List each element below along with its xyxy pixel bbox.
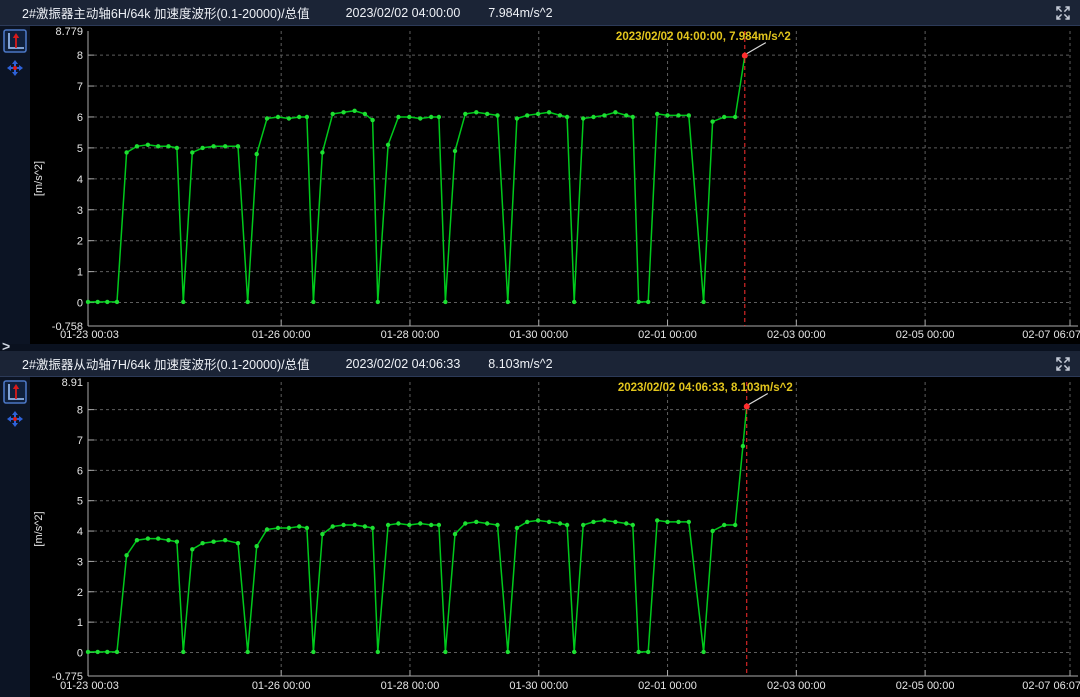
svg-text:2: 2 <box>77 587 83 599</box>
svg-text:02-05 00:00: 02-05 00:00 <box>896 329 955 341</box>
expand-arrows-icon[interactable] <box>1054 4 1072 22</box>
svg-text:02-07 06:07: 02-07 06:07 <box>1022 329 1080 341</box>
move-cross-icon[interactable] <box>7 411 23 427</box>
svg-text:4: 4 <box>77 174 83 186</box>
panel-timestamp: 2023/02/02 04:00:00 <box>346 6 461 20</box>
chevron-right-icon[interactable]: > <box>2 338 10 354</box>
svg-text:8: 8 <box>77 405 83 417</box>
axis-autoscale-icon[interactable] <box>3 380 27 404</box>
svg-text:7: 7 <box>77 81 83 93</box>
svg-text:02-07 06:07: 02-07 06:07 <box>1022 680 1080 692</box>
svg-text:-0.758: -0.758 <box>52 321 83 333</box>
svg-text:3: 3 <box>77 205 83 217</box>
svg-text:4: 4 <box>77 526 83 538</box>
chart-area: 01234567801-23 00:0301-26 00:0001-28 00:… <box>0 26 1080 344</box>
svg-text:8.91: 8.91 <box>62 377 83 389</box>
svg-text:02-01 00:00: 02-01 00:00 <box>638 329 697 341</box>
svg-text:01-26 00:00: 01-26 00:00 <box>252 680 311 692</box>
chart-area: 01234567801-23 00:0301-26 00:0001-28 00:… <box>0 377 1080 697</box>
svg-text:6: 6 <box>77 112 83 124</box>
move-cross-icon[interactable] <box>7 60 23 76</box>
svg-text:5: 5 <box>77 496 83 508</box>
svg-text:0: 0 <box>77 647 83 659</box>
expand-arrows-icon[interactable] <box>1054 355 1072 373</box>
panel-title: 2#激振器从动轴7H/64k 加速度波形(0.1-20000)/总值 <box>22 354 310 373</box>
panel-titlebar: 2#激振器主动轴6H/64k 加速度波形(0.1-20000)/总值 2023/… <box>0 0 1080 26</box>
chart-toolstrip <box>0 26 30 344</box>
svg-text:1: 1 <box>77 267 83 279</box>
svg-text:8.779: 8.779 <box>55 26 83 38</box>
svg-text:01-26 00:00: 01-26 00:00 <box>252 329 311 341</box>
chart-toolstrip <box>0 377 30 697</box>
trend-panel-primary: 2#激振器主动轴6H/64k 加速度波形(0.1-20000)/总值 2023/… <box>0 0 1080 344</box>
svg-text:3: 3 <box>77 556 83 568</box>
panel-title: 2#激振器主动轴6H/64k 加速度波形(0.1-20000)/总值 <box>22 3 310 22</box>
svg-text:02-03 00:00: 02-03 00:00 <box>767 680 826 692</box>
trend-chart-secondary[interactable]: 01234567801-23 00:0301-26 00:0001-28 00:… <box>0 377 1080 697</box>
svg-text:1: 1 <box>77 617 83 629</box>
svg-text:01-30 00:00: 01-30 00:00 <box>509 680 568 692</box>
panel-timestamp: 2023/02/02 04:06:33 <box>346 357 461 371</box>
svg-text:02-01 00:00: 02-01 00:00 <box>638 680 697 692</box>
svg-text:8: 8 <box>77 50 83 62</box>
axis-autoscale-icon[interactable] <box>3 29 27 53</box>
svg-text:5: 5 <box>77 143 83 155</box>
panel-titlebar: 2#激振器从动轴7H/64k 加速度波形(0.1-20000)/总值 2023/… <box>0 351 1080 377</box>
svg-text:01-28 00:00: 01-28 00:00 <box>381 329 440 341</box>
svg-text:-0.775: -0.775 <box>52 671 83 683</box>
monitoring-app-screen: 2#激振器主动轴6H/64k 加速度波形(0.1-20000)/总值 2023/… <box>0 0 1080 697</box>
svg-text:01-30 00:00: 01-30 00:00 <box>509 329 568 341</box>
svg-text:2023/02/02 04:06:33, 8.103m/s^: 2023/02/02 04:06:33, 8.103m/s^2 <box>618 382 793 394</box>
svg-text:02-05 00:00: 02-05 00:00 <box>896 680 955 692</box>
panel-peak-value: 8.103m/s^2 <box>488 357 552 371</box>
svg-text:0: 0 <box>77 298 83 310</box>
svg-text:2: 2 <box>77 236 83 248</box>
svg-text:7: 7 <box>77 435 83 447</box>
svg-text:6: 6 <box>77 465 83 477</box>
svg-text:01-28 00:00: 01-28 00:00 <box>381 680 440 692</box>
svg-text:2023/02/02 04:00:00, 7.984m/s^: 2023/02/02 04:00:00, 7.984m/s^2 <box>616 31 791 43</box>
panel-peak-value: 7.984m/s^2 <box>488 6 552 20</box>
trend-panel-secondary: 2#激振器从动轴7H/64k 加速度波形(0.1-20000)/总值 2023/… <box>0 351 1080 697</box>
svg-text:[m/s^2]: [m/s^2] <box>33 511 45 546</box>
svg-text:[m/s^2]: [m/s^2] <box>33 161 45 196</box>
panel-splitter: > <box>0 344 1080 351</box>
trend-chart-primary[interactable]: 01234567801-23 00:0301-26 00:0001-28 00:… <box>0 26 1080 344</box>
svg-text:02-03 00:00: 02-03 00:00 <box>767 329 826 341</box>
